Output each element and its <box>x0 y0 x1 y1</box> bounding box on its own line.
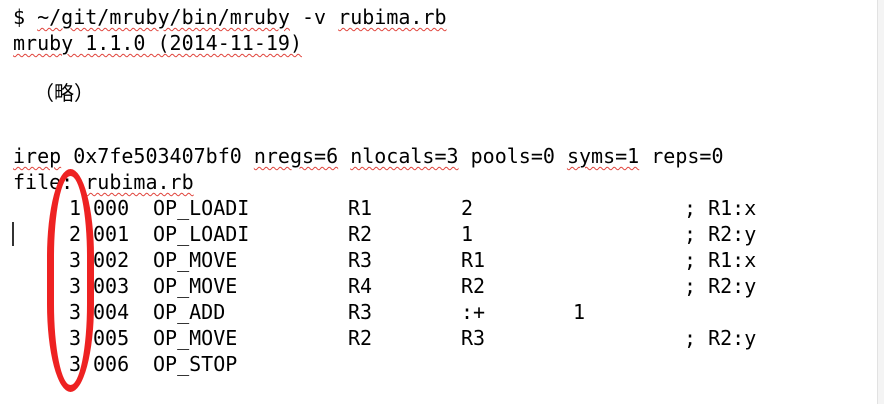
source-line-number: 3 <box>69 326 82 350</box>
operand-a: R4 <box>348 274 373 298</box>
opcode: OP_MOVE <box>153 274 238 298</box>
terminal-window[interactable]: $ ~/git/mruby/bin/mruby -v rubima.rb mru… <box>0 0 884 404</box>
file-name: rubima.rb <box>85 170 194 194</box>
irep-pools: pools=0 <box>470 144 555 168</box>
instruction-index: 000 <box>93 196 130 220</box>
irep-reps: reps=0 <box>651 144 724 168</box>
source-line-number: 3 <box>69 274 82 298</box>
file-label: file: <box>13 170 74 194</box>
operand-a: R3 <box>348 248 373 272</box>
irep-syms: syms=1 <box>566 144 640 168</box>
register-comment: ; R1:x <box>684 196 757 220</box>
instruction-index: 004 <box>93 300 130 324</box>
operand-b: 1 <box>461 222 474 246</box>
opcode: OP_STOP <box>153 352 238 376</box>
source-line-number: 3 <box>69 300 82 324</box>
operand-a: R2 <box>348 326 373 350</box>
operand-a: R2 <box>348 222 373 246</box>
operand-b: R2 <box>461 274 486 298</box>
opcode: OP_ADD <box>153 300 226 324</box>
instruction-index: 003 <box>93 274 130 298</box>
command-flag: -v <box>302 5 327 29</box>
register-comment: ; R2:y <box>684 274 757 298</box>
irep-word: irep <box>13 144 62 168</box>
version-text: mruby 1.1.0 (2014-11-19) <box>13 31 302 55</box>
opcode: OP_MOVE <box>153 248 238 272</box>
opcode: OP_LOADI <box>153 196 250 220</box>
source-line-number: 2 <box>69 222 82 246</box>
instruction-index: 001 <box>93 222 130 246</box>
file-line: file: rubima.rb <box>13 169 194 195</box>
irep-address: 0x7fe503407bf0 <box>73 144 242 168</box>
text-cursor <box>12 222 14 246</box>
source-line-number: 3 <box>69 352 82 376</box>
operand-a: R1 <box>348 196 373 220</box>
operand-a: R3 <box>348 300 373 324</box>
scrollbar-track[interactable] <box>877 0 884 404</box>
instruction-index: 005 <box>93 326 130 350</box>
operand-b: R3 <box>461 326 486 350</box>
instruction-index: 002 <box>93 248 130 272</box>
version-line: mruby 1.1.0 (2014-11-19) <box>13 30 302 56</box>
operand-b: :+ <box>461 300 486 324</box>
command-arg: rubima.rb <box>338 5 447 29</box>
source-line-number: 3 <box>69 248 82 272</box>
register-comment: ; R2:y <box>684 326 757 350</box>
opcode: OP_MOVE <box>153 326 238 350</box>
irep-nregs: nregs=6 <box>253 144 339 168</box>
command-path: ~/git/mruby/bin/mruby <box>37 5 290 29</box>
omitted-note: （略） <box>34 81 94 105</box>
opcode: OP_LOADI <box>153 222 250 246</box>
source-line-number: 1 <box>69 196 82 220</box>
instruction-index: 006 <box>93 352 130 376</box>
register-comment: ; R1:x <box>684 248 757 272</box>
irep-nlocals: nlocals=3 <box>350 144 459 168</box>
prompt-symbol: $ <box>13 5 26 29</box>
operand-b: 2 <box>461 196 474 220</box>
register-comment: ; R2:y <box>684 222 757 246</box>
irep-header: irep 0x7fe503407bf0 nregs=6 nlocals=3 po… <box>13 143 724 169</box>
operand-b: R1 <box>461 248 486 272</box>
operand-c: 1 <box>573 300 586 324</box>
command-line: $ ~/git/mruby/bin/mruby -v rubima.rb <box>13 4 447 30</box>
